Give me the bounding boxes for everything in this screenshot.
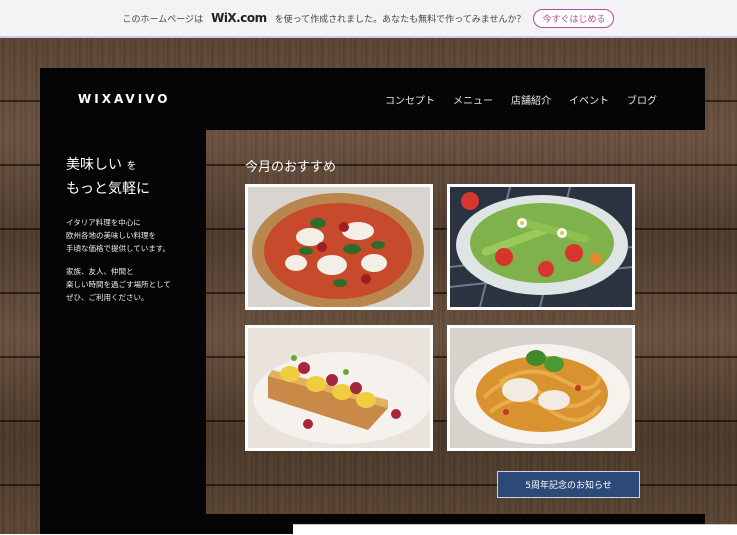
sidebar: 美味しい を もっと気軽に イタリア料理を中心に 欧州各地の美味しい料理を 手頃… (40, 130, 206, 514)
dish-image-pizza[interactable] (245, 184, 433, 310)
dish-image-pasta[interactable] (447, 325, 635, 451)
sidebar-title: 美味しい を もっと気軽に (66, 154, 188, 200)
main-nav: コンセプト メニュー 店舗紹介 イベント ブログ (385, 92, 657, 107)
sidebar-title-line2: もっと気軽に (66, 181, 150, 197)
nav-item-concept[interactable]: コンセプト (385, 92, 435, 107)
banner-text-before: このホームページは (122, 14, 204, 25)
nav-item-blog[interactable]: ブログ (627, 92, 657, 107)
dish-image-dessert[interactable] (245, 325, 433, 451)
sidebar-intro-text: イタリア料理を中心に 欧州各地の美味しい料理を 手頃な価格で提供しています。 (66, 218, 171, 253)
pizza-image (248, 187, 430, 307)
sidebar-title-particle: を (126, 161, 137, 172)
anniversary-notice-button[interactable]: 5周年記念のお知らせ (497, 471, 640, 498)
site-header: WIXAVIVO コンセプト メニュー 店舗紹介 イベント ブログ (40, 68, 705, 130)
banner-text-after: を使って作成されました。あなたも無料で作ってみませんか？ (274, 14, 526, 25)
dish-image-salad[interactable] (447, 184, 635, 310)
recommendations-title: 今月のおすすめ (245, 160, 337, 175)
wix-promo-banner: このホームページは WiX.com を使って作成されました。あなたも無料で作って… (0, 0, 737, 38)
sidebar-invite-text: 家族、友人、仲間と 楽しい時間を過ごす場所として ぜひ、ご利用ください。 (66, 267, 171, 302)
pasta-image (450, 328, 632, 448)
sidebar-title-line1: 美味しい (66, 157, 122, 173)
nav-item-events[interactable]: イベント (569, 92, 609, 107)
dessert-image (248, 328, 430, 448)
salad-image (450, 187, 632, 307)
site-logo[interactable]: WIXAVIVO (78, 92, 170, 106)
start-now-button[interactable]: 今すぐはじめる (533, 8, 615, 28)
nav-item-stores[interactable]: 店舗紹介 (511, 92, 551, 107)
nav-item-menu[interactable]: メニュー (453, 92, 493, 107)
wix-logo: WiX.com (211, 11, 267, 25)
footer-panel (293, 524, 737, 535)
